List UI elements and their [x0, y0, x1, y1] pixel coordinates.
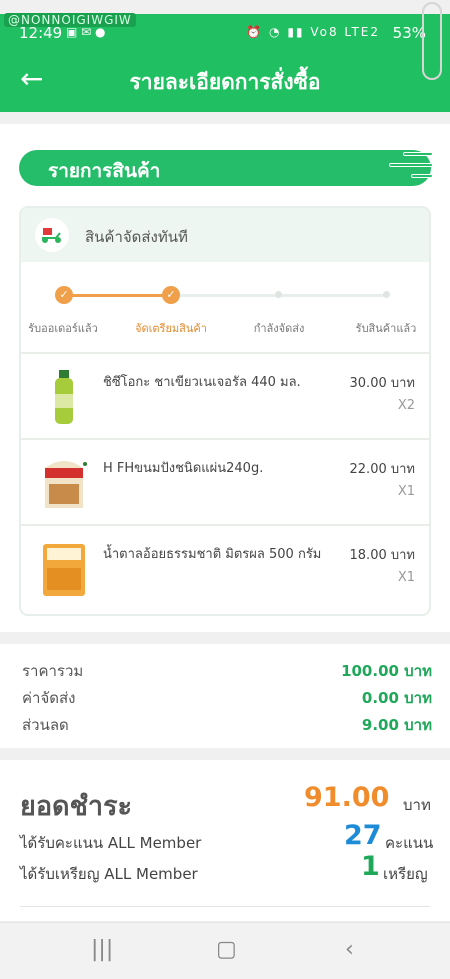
battery-level: 53% — [392, 24, 426, 42]
payment-amount: 91.00 — [304, 782, 390, 813]
product-name: ชิซึโอกะ ชาเขียวเนเจอรัล 440 มล. — [103, 375, 301, 390]
order-item[interactable]: น้ำตาลอ้อยธรรมชาติ มิตรผล 500 กรัม 18.00… — [21, 524, 429, 610]
coins-label: ได้รับเหรียญ ALL Member — [20, 865, 198, 883]
shipping-label: ค่าจัดส่ง — [22, 689, 76, 707]
discount-label: ส่วนลด — [22, 716, 69, 734]
product-qty: X1 — [397, 570, 415, 585]
product-name: น้ำตาลอ้อยธรรมชาติ มิตรผล 500 กรัม — [103, 547, 322, 562]
paperclip-icon — [422, 2, 442, 80]
status-bar: @NONNOIGIWGIW 12:49 ▣ ✉ ● ⏰ ◔ ▮▮ Vo8 LTE… — [0, 13, 450, 52]
system-icons: ⏰ ◔ ▮▮ Vo8 LTE2 — [246, 25, 380, 39]
product-qty: X1 — [397, 484, 415, 499]
app-bar: ← รายละเอียดการสั่งซื้อ — [0, 52, 450, 112]
product-price: 22.00 บาท — [349, 462, 415, 477]
shipment-label: สินค้าจัดส่งทันที — [85, 228, 188, 246]
product-qty: X2 — [397, 398, 415, 413]
page-title: รายละเอียดการสั่งซื้อ — [129, 70, 321, 94]
status-time: 12:49 — [19, 24, 63, 42]
points-label: ได้รับคะแนน ALL Member — [20, 834, 202, 852]
coins-unit: เหรียญ — [383, 865, 428, 883]
step-pending-dot — [383, 291, 390, 298]
section-title: รายการสินค้า — [48, 160, 161, 182]
notification-icons: ▣ ✉ ● — [66, 25, 106, 39]
order-item[interactable]: H FHขนมปังชนิดแผ่น240g. 22.00 บาท X1 — [21, 438, 429, 524]
payment-label: ยอดชำระ — [20, 791, 133, 822]
price-summary: ราคารวม 100.00 บาท ค่าจัดส่ง 0.00 บาท ส่… — [0, 644, 450, 748]
points-value: 27 — [344, 820, 382, 851]
discount-row: ส่วนลด 9.00 บาท — [22, 713, 432, 737]
step-check-icon: ✓ — [55, 286, 73, 304]
product-image — [45, 461, 87, 508]
product-price: 30.00 บาท — [349, 376, 415, 391]
product-image — [43, 544, 85, 596]
payment-section: ยอดชำระ 91.00 บาท ได้รับคะแนน ALL Member… — [0, 760, 450, 921]
product-name: H FHขนมปังชนิดแผ่น240g. — [103, 461, 264, 476]
coins-value: 1 — [361, 851, 380, 882]
total-label: ราคารวม — [22, 662, 84, 680]
scooter-icon — [35, 218, 69, 252]
order-progress-stepper: ✓ ✓ รับออเดอร์แล้ว จัดเตรียมสินค้า กำลัง… — [21, 262, 429, 352]
back-nav-icon[interactable]: ‹ — [345, 937, 354, 962]
step-label: จัดเตรียมสินค้า — [135, 322, 207, 335]
total-value: 100.00 บาท — [341, 662, 432, 680]
recent-apps-icon[interactable]: ||| — [91, 937, 113, 962]
shipping-row: ค่าจัดส่ง 0.00 บาท — [22, 686, 432, 710]
discount-value: 9.00 บาท — [361, 716, 432, 734]
step-check-icon: ✓ — [162, 286, 180, 304]
step-pending-dot — [275, 291, 282, 298]
section-header: รายการสินค้า — [19, 150, 433, 186]
order-item[interactable]: ชิซึโอกะ ชาเขียวเนเจอรัล 440 มล. 30.00 บ… — [21, 352, 429, 438]
product-section: รายการสินค้า สินค้าจัดส่งทันที ✓ ✓ รับออ… — [0, 124, 450, 632]
shipping-value: 0.00 บาท — [361, 689, 432, 707]
points-unit: คะแนน — [385, 834, 434, 852]
order-card: สินค้าจัดส่งทันที ✓ ✓ รับออเดอร์แล้ว จัด… — [19, 206, 431, 616]
product-image — [55, 370, 73, 424]
network-label: Vo8 LTE2 — [310, 25, 380, 39]
total-row: ราคารวม 100.00 บาท — [22, 659, 432, 683]
home-icon[interactable]: ▢ — [216, 937, 237, 962]
payment-unit: บาท — [403, 796, 431, 814]
product-price: 18.00 บาท — [349, 548, 415, 563]
divider — [20, 906, 430, 907]
system-nav-bar: ||| ▢ ‹ — [0, 922, 450, 979]
step-label: กำลังจัดส่ง — [253, 322, 305, 335]
shipment-header: สินค้าจัดส่งทันที — [21, 208, 429, 262]
step-label: รับสินค้าแล้ว — [355, 322, 417, 335]
step-label: รับออเดอร์แล้ว — [28, 322, 98, 335]
speed-lines-icon — [387, 150, 433, 186]
progress-line-done — [63, 294, 173, 297]
